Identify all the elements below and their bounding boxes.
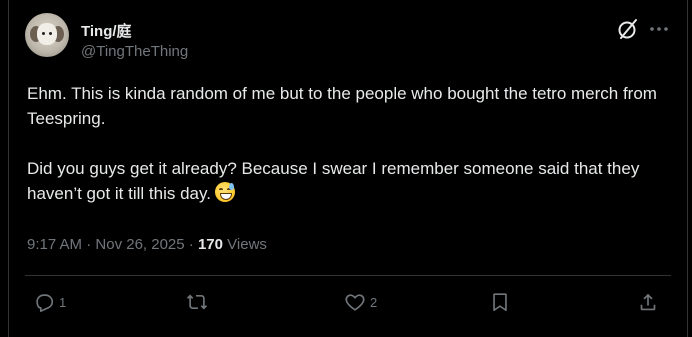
like-count: 2 (370, 294, 378, 310)
author-handle[interactable]: @TingTheThing (81, 43, 188, 60)
bookmark-icon (493, 293, 507, 312)
like-button[interactable]: 2 (344, 290, 377, 314)
reply-button[interactable]: 1 (33, 290, 66, 314)
emoji-sweat-drop (228, 183, 234, 190)
heart-icon (345, 294, 365, 311)
emoji-mouth (219, 193, 232, 200)
tweet-time[interactable]: 9:17 AM (27, 236, 82, 253)
share-icon (640, 293, 656, 311)
meta-separator: · (184, 236, 198, 253)
reply-icon (36, 294, 54, 312)
tweet-date[interactable]: Nov 26, 2025 (95, 236, 184, 253)
meta-separator: · (82, 236, 96, 253)
avatar[interactable] (25, 13, 69, 57)
tweet-card: Ting/庭 @TingTheThing Ehm. This is kinda … (8, 0, 688, 337)
emoji-eye-left (218, 188, 223, 192)
reply-count: 1 (59, 294, 67, 310)
actions-divider (25, 275, 671, 276)
share-button[interactable] (637, 290, 659, 314)
repost-icon (186, 294, 208, 310)
repost-button[interactable] (186, 290, 212, 314)
bookmark-button[interactable] (489, 290, 511, 314)
tweet-meta: 9:17 AM · Nov 26, 2025 · 170 Views (27, 236, 267, 253)
views-label[interactable]: Views (223, 236, 267, 253)
grinning-face-with-sweat-emoji-icon (214, 182, 235, 202)
tweet-text: Ehm. This is kinda random of me but to t… (27, 81, 677, 206)
tweet-text-content: Ehm. This is kinda random of me but to t… (27, 84, 657, 203)
more-options-icon[interactable] (647, 17, 671, 41)
author-display-name[interactable]: Ting/庭 (81, 20, 132, 41)
avatar-eye-left (42, 32, 45, 35)
views-count[interactable]: 170 (198, 236, 223, 253)
avatar-eye-right (49, 32, 52, 35)
grok-icon[interactable] (616, 17, 640, 41)
avatar-face (37, 23, 57, 45)
